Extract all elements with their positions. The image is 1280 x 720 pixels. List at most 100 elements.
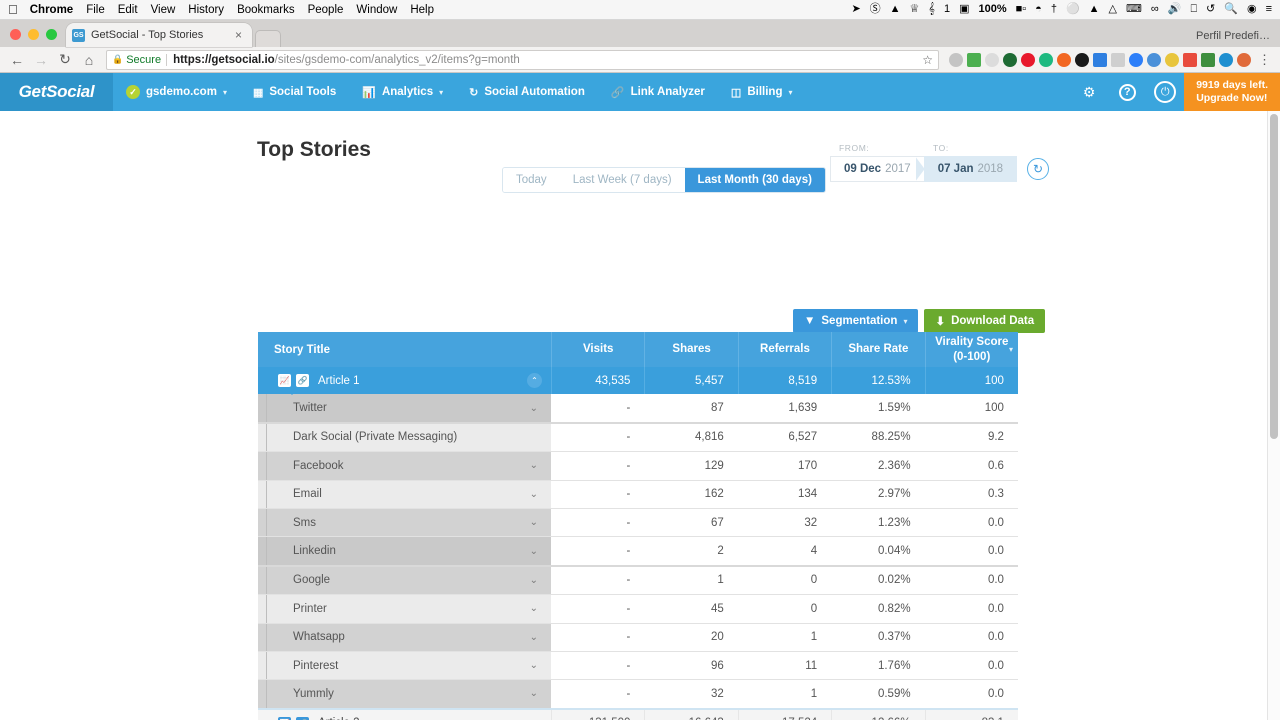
help-button[interactable]: ?	[1108, 73, 1146, 111]
keyboard-icon[interactable]: ⌨	[1126, 4, 1142, 15]
page-scrollbar[interactable]	[1267, 111, 1280, 720]
bluetooth-icon[interactable]: †	[1051, 4, 1057, 15]
wifi-icon[interactable]: ◓	[1035, 4, 1042, 15]
extension-icon-14[interactable]	[1183, 53, 1197, 67]
channel-row[interactable]: Printer ⌄ - 45 0 0.82% 0.0	[258, 595, 1018, 622]
reload-icon[interactable]: ↻	[54, 50, 76, 70]
menu-bookmarks[interactable]: Bookmarks	[237, 4, 295, 16]
maximize-window-button[interactable]	[46, 29, 57, 40]
channel-name-cell[interactable]: Printer ⌄	[266, 595, 551, 622]
extension-icon-15[interactable]	[1201, 53, 1215, 67]
channel-name-cell[interactable]: Yummly ⌄	[266, 680, 551, 707]
settings-button[interactable]: ⚙	[1070, 73, 1108, 111]
channel-name-cell[interactable]: Sms ⌄	[266, 509, 551, 536]
evernote-icon[interactable]: ♕	[910, 4, 920, 15]
glasses-icon[interactable]: ∞	[1151, 4, 1159, 15]
extension-icon-13[interactable]	[1165, 53, 1179, 67]
logout-button[interactable]: ⏻	[1146, 73, 1184, 111]
menu-help[interactable]: Help	[410, 4, 434, 16]
profile-label[interactable]: Perfil Predefi…	[1196, 30, 1270, 42]
browser-tab[interactable]: GS GetSocial - Top Stories ×	[66, 23, 252, 47]
minimize-window-button[interactable]	[28, 29, 39, 40]
column-header-story-title[interactable]: Story Title	[258, 332, 551, 367]
siri-icon[interactable]: ◉	[1247, 4, 1257, 15]
nav-social-automation[interactable]: ↻ Social Automation	[456, 73, 598, 111]
location-arrow-icon[interactable]: ➤	[851, 4, 860, 15]
extension-icon-4[interactable]	[1003, 53, 1017, 67]
channel-name-cell[interactable]: Email ⌄	[266, 481, 551, 508]
bell-icon[interactable]: ▲	[890, 4, 901, 15]
extension-icon-5[interactable]	[1021, 53, 1035, 67]
volume-icon[interactable]: 🔊	[1168, 4, 1182, 15]
backup-icon[interactable]: ▲	[1089, 4, 1100, 15]
range-today[interactable]: Today	[503, 168, 560, 192]
channel-row[interactable]: Facebook ⌄ - 129 170 2.36% 0.6	[258, 452, 1018, 479]
channel-name-cell[interactable]: Google ⌄	[266, 567, 551, 594]
table-row[interactable]: 📈 🔗 Article 2 ⌄ 131,500 16,643 17,524 12…	[258, 710, 1018, 720]
column-header-virality-score[interactable]: Virality Score (0-100) ▾	[925, 332, 1018, 367]
chevron-down-icon[interactable]: ⌄	[530, 660, 538, 671]
menu-edit[interactable]: Edit	[118, 4, 138, 16]
menu-people[interactable]: People	[308, 4, 344, 16]
date-from-field[interactable]: 09 Dec 2017	[830, 156, 924, 182]
channel-row[interactable]: Linkedin ⌄ - 2 4 0.04% 0.0	[258, 537, 1018, 564]
menu-chrome[interactable]: Chrome	[30, 4, 73, 16]
column-header-share-rate[interactable]: Share Rate	[831, 332, 924, 367]
adobe-icon[interactable]: 𝄞	[928, 4, 935, 15]
timemachine-icon[interactable]: ↺	[1206, 4, 1215, 15]
dropbox-icon[interactable]: ⚪	[1066, 4, 1080, 15]
brand-logo[interactable]: GetSocial	[0, 73, 113, 111]
column-header-shares[interactable]: Shares	[644, 332, 737, 367]
new-tab-button[interactable]	[255, 30, 281, 47]
range-last-week[interactable]: Last Week (7 days)	[560, 168, 685, 192]
channel-row[interactable]: Sms ⌄ - 67 32 1.23% 0.0	[258, 509, 1018, 536]
spotlight-icon[interactable]: 🔍	[1224, 4, 1238, 15]
collapse-row-icon[interactable]: ⌃	[527, 373, 542, 388]
channel-row[interactable]: Email ⌄ - 162 134 2.97% 0.3	[258, 481, 1018, 508]
nav-billing[interactable]: ◫ Billing ▾	[718, 73, 806, 111]
chevron-down-icon[interactable]: ⌄	[530, 517, 538, 528]
chrome-menu-icon[interactable]: ⋮	[1255, 52, 1274, 68]
airplay-icon[interactable]: ⎕	[1190, 4, 1197, 15]
channel-row[interactable]: Whatsapp ⌄ - 20 1 0.37% 0.0	[258, 624, 1018, 651]
extension-icon-9[interactable]	[1093, 53, 1107, 67]
cloud-icon[interactable]: △	[1109, 4, 1117, 15]
chevron-down-icon[interactable]: ⌄	[530, 688, 538, 699]
menu-file[interactable]: File	[86, 4, 105, 16]
apple-logo-icon[interactable]: 	[8, 3, 18, 16]
chevron-down-icon[interactable]: ⌄	[530, 546, 538, 557]
channel-name-cell[interactable]: Linkedin ⌄	[266, 537, 551, 564]
story-title-cell[interactable]: 📈 🔗 Article 1 ⌃	[258, 367, 551, 394]
close-window-button[interactable]	[10, 29, 21, 40]
channel-name-cell[interactable]: Whatsapp ⌄	[266, 624, 551, 651]
channel-name-cell[interactable]: Dark Social (Private Messaging)	[266, 424, 551, 451]
battery-icon[interactable]: ■▫	[1016, 4, 1027, 15]
chevron-down-icon[interactable]: ⌄	[530, 603, 538, 614]
forward-icon[interactable]: →	[30, 50, 52, 70]
chevron-down-icon[interactable]: ⌄	[530, 403, 538, 414]
nav-analytics[interactable]: 📊 Analytics ▾	[349, 73, 456, 111]
channel-row[interactable]: Dark Social (Private Messaging) - 4,816 …	[258, 424, 1018, 451]
site-selector[interactable]: ✓ gsdemo.com ▾	[113, 73, 240, 111]
refresh-button[interactable]: ↻	[1027, 158, 1049, 180]
channel-row[interactable]: Pinterest ⌄ - 96 11 1.76% 0.0	[258, 652, 1018, 679]
extension-icon-16[interactable]	[1219, 53, 1233, 67]
story-title-cell[interactable]: 📈 🔗 Article 2 ⌄	[258, 710, 551, 720]
nav-social-tools[interactable]: ▦ Social Tools	[240, 73, 349, 111]
menu-window[interactable]: Window	[356, 4, 397, 16]
close-tab-icon[interactable]: ×	[231, 28, 246, 42]
bookmark-star-icon[interactable]: ☆	[916, 53, 933, 67]
screenshot-icon[interactable]: ▣	[959, 4, 969, 15]
back-icon[interactable]: ←	[6, 50, 28, 70]
menu-history[interactable]: History	[188, 4, 224, 16]
extension-icon-6[interactable]	[1039, 53, 1053, 67]
channel-name-cell[interactable]: Facebook ⌄	[266, 452, 551, 479]
extension-icon-7[interactable]	[1057, 53, 1071, 67]
extension-icon-3[interactable]	[985, 53, 999, 67]
column-header-visits[interactable]: Visits	[551, 332, 644, 367]
download-data-button[interactable]: ⬇ Download Data	[924, 309, 1045, 333]
range-last-month[interactable]: Last Month (30 days)	[685, 168, 825, 192]
home-icon[interactable]: ⌂	[78, 50, 100, 70]
channel-name-cell[interactable]: Pinterest ⌄	[266, 652, 551, 679]
chevron-down-icon[interactable]: ⌄	[530, 489, 538, 500]
